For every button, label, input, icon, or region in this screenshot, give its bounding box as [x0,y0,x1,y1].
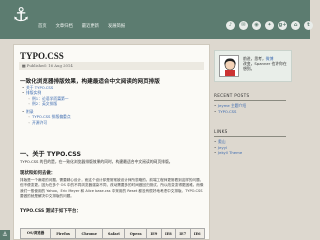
table-header: Safari [102,228,126,239]
intro-paragraph: TYPO.CSS 的目的是，在一致化浏览器排版效果的同时，构建最适合中文阅读的网… [20,159,173,164]
post-title: TYPO.CSS [20,51,64,61]
profile-card: 前进，思考，微博 改变，Spanner 也许你在想到。 [214,50,292,82]
table-header: IE6 [189,228,206,239]
subsection-heading: 现状和如何去做： [20,171,56,176]
twitter-icon[interactable]: t [304,21,313,30]
toc-item[interactable]: 开源许可 [22,120,71,126]
link-item[interactable]: Jekyll Theme [214,150,242,156]
home-icon[interactable]: ⌂ [291,21,300,30]
music-icon[interactable]: ♪ [226,21,235,30]
post-content: TYPO.CSS ▦ Published: 16 Aug 2014 一致化浏览器… [13,44,210,240]
weibo-icon[interactable]: ◉ [252,21,261,30]
table-header: Firefox [50,228,77,239]
sidebar: 前进，思考，微博 改变，Spanner 也许你在想到。 RECENT POSTS… [214,44,308,240]
browser-test-table: OS/浏览器 Firefox Chrome Safari Opera IE9 I… [19,228,206,239]
recent-posts-list: Jeyme 主题介绍 TYPO.CSS [214,103,246,114]
toc-item[interactable]: 例2：英文排版 [22,101,71,107]
star-icon[interactable]: ✦ [265,21,274,30]
recent-post-link[interactable]: TYPO.CSS [214,109,246,115]
corner-anchor-icon[interactable]: ⚓ [0,230,10,240]
nav-item-archive[interactable]: 文章归档 [56,24,73,30]
links-heading: LINKS [214,129,228,134]
table-of-contents: 关于 TYPO.CSS 排版实例 例1：论语学而篇第一 例2：英文排版 附录 T… [22,85,71,125]
mail-icon[interactable]: ✉ [239,21,248,30]
nav-item-report[interactable]: 发展简报 [108,24,125,30]
table-header: Opera [124,228,148,239]
nav-item-recent[interactable]: 最近更新 [82,24,99,30]
body-paragraph: 排版是一个麻烦的问题，需要精心设计，而这个设计却是常常被设计师所忽略的。前端工程… [20,178,204,199]
bio-text: 改变，Spanner 也许你在想到。 [243,61,287,71]
publish-date: Published: 16 Aug 2014 [26,63,73,68]
section-heading: 一、关于 TYPO.CSS [20,151,81,158]
table-header: IE7 [175,228,191,239]
anchor-logo-icon[interactable]: ⚓ [12,4,30,26]
google-plus-icon[interactable]: g+ [278,21,287,30]
avatar [219,55,239,77]
profile-bio: 前进，思考，微博 改变，Spanner 也许你在想到。 [243,56,289,71]
divider [214,136,286,137]
top-header: ⚓ 首页 文章归档 最近更新 发展简报 ♪ ✉ ◉ ✦ g+ ⌂ t [0,0,313,39]
main-nav: 首页 文章归档 最近更新 发展简报 [38,24,125,30]
table-header: IE8 [160,228,177,239]
post-subtitle: 一致化浏览器排版效果，构建最适合中文阅读的网页排版 [20,79,160,85]
table-header: OS/浏览器 [19,228,52,239]
subsection-heading: TYPO.CSS 测试于如下平台： [20,209,81,214]
publish-bar: ▦ Published: 16 Aug 2014 [19,62,204,70]
divider [214,100,286,101]
links-list: 奥山 Jeyyl Jekyll Theme [214,139,242,156]
table-header: Chrome [75,228,104,239]
nav-item-home[interactable]: 首页 [38,24,47,30]
table-header: IE9 [146,228,162,239]
recent-posts-heading: RECENT POSTS [214,93,250,98]
social-icons: ♪ ✉ ◉ ✦ g+ ⌂ t [226,21,313,30]
